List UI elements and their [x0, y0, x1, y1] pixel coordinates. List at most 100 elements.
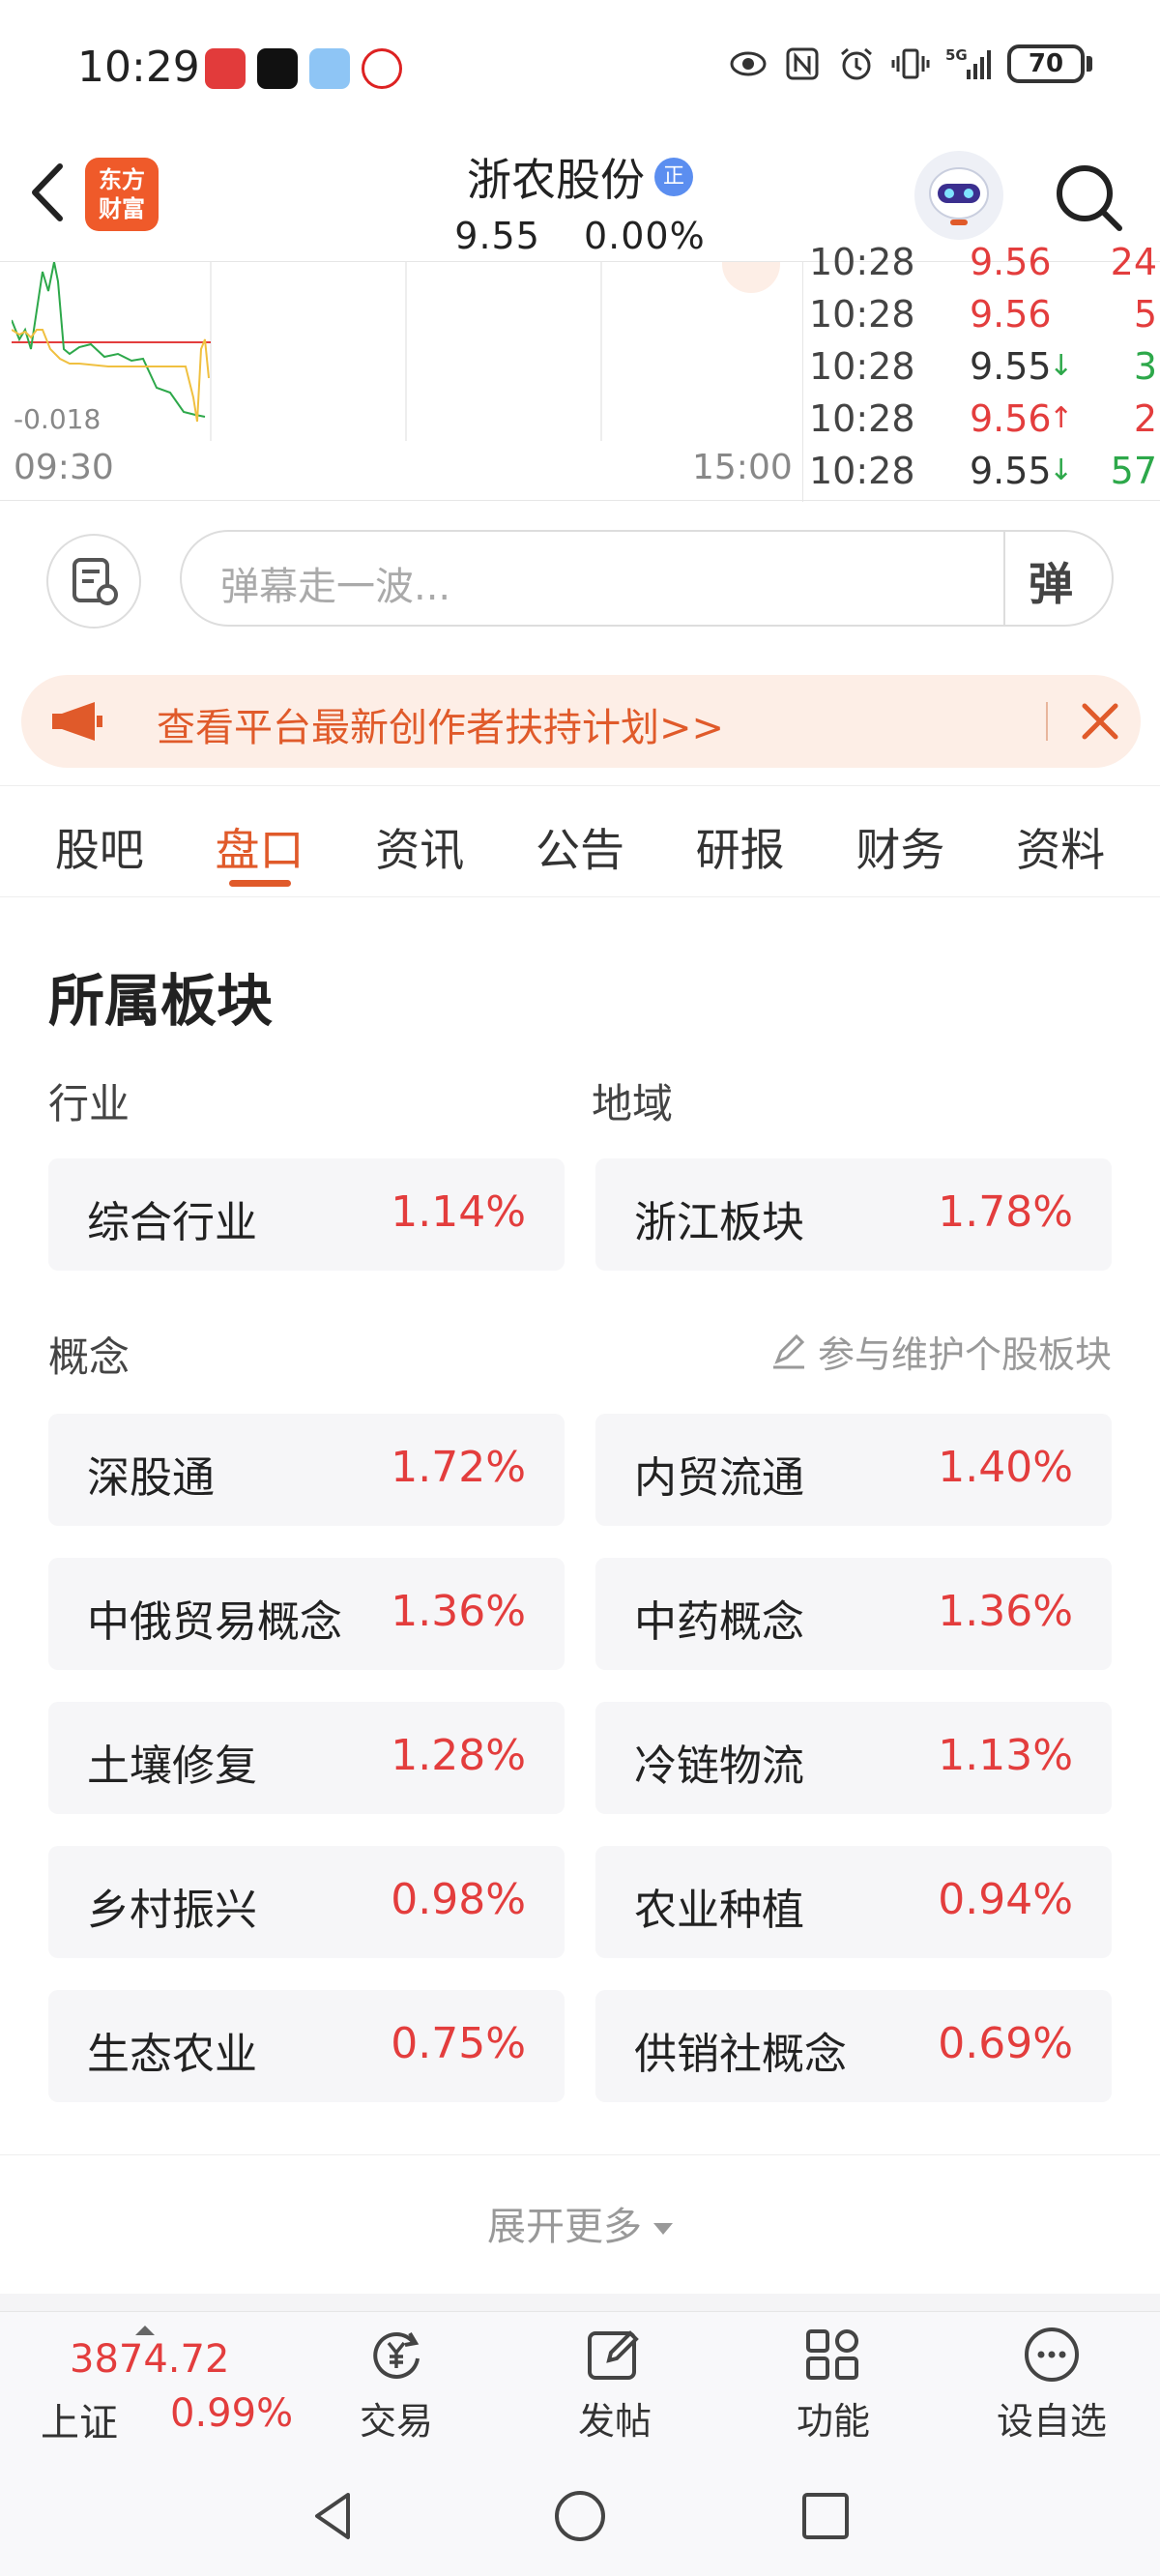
chart-start-time: 09:30: [14, 448, 114, 487]
robot-assistant-avatar[interactable]: [914, 151, 1003, 240]
grid-apps-icon: [806, 2329, 858, 2380]
tick-price: 9.55: [970, 345, 1052, 388]
sector-card-concept[interactable]: 内贸流通 1.40%: [595, 1414, 1112, 1526]
tab-finance[interactable]: 财务: [856, 786, 944, 896]
sector-name: 内贸流通: [634, 1453, 804, 1503]
tick-down-arrow-icon: ↓: [1049, 349, 1074, 383]
maintain-sectors-link[interactable]: 参与维护个股板块: [769, 1325, 1112, 1378]
promo-close-button[interactable]: [1075, 696, 1125, 746]
sector-pct: 0.94%: [938, 1875, 1073, 1924]
tick-row: 10:28 9.56 5: [803, 293, 1160, 345]
intraday-mini-chart[interactable]: -0.018: [12, 262, 800, 441]
signal-5g-icon: 5G: [945, 46, 991, 79]
add-watchlist-button[interactable]: 设自选: [974, 2324, 1129, 2449]
danmaku-toggle-button[interactable]: 弹: [1029, 549, 1090, 611]
watchlist-label: 设自选: [996, 2400, 1107, 2443]
tick-price: 9.56: [970, 397, 1052, 440]
search-button[interactable]: [1048, 157, 1129, 238]
sector-name: 乡村振兴: [87, 1886, 257, 1935]
status-bar: 10:29 5G 70: [0, 0, 1160, 145]
trade-button[interactable]: 交易: [319, 2324, 474, 2449]
sector-name: 冷链物流: [634, 1742, 804, 1791]
creator-promo-banner[interactable]: 查看平台最新创作者扶持计划>>: [21, 675, 1141, 768]
maintain-link-label: 参与维护个股板块: [817, 1333, 1112, 1376]
tab-guba[interactable]: 股吧: [55, 786, 144, 896]
sector-card-concept[interactable]: 供销社概念 0.69%: [595, 1990, 1112, 2102]
tick-row: 10:28 9.55 ↓ 57: [803, 450, 1160, 502]
chart-low-label: -0.018: [14, 403, 102, 435]
promo-text: 查看平台最新创作者扶持计划>>: [157, 706, 725, 750]
stock-badge-icon: 正: [654, 158, 693, 196]
tick-time: 10:28: [809, 241, 915, 283]
danmaku-row: 弹幕走一波... 弹: [0, 530, 1160, 629]
tiktok-icon: [257, 48, 298, 89]
tab-label: 盘口: [215, 824, 304, 876]
tick-time: 10:28: [809, 450, 915, 492]
section-title: 所属板块: [48, 968, 274, 1034]
caret-down-icon: [653, 2223, 673, 2235]
tab-research[interactable]: 研报: [696, 786, 785, 896]
functions-label: 功能: [796, 2400, 870, 2443]
sector-pct: 0.69%: [938, 2019, 1073, 2068]
sector-card-concept[interactable]: 深股通 1.72%: [48, 1414, 565, 1526]
nav-recents-icon[interactable]: [797, 2487, 855, 2545]
yuan-exchange-icon: [373, 2331, 420, 2379]
notes-settings-button[interactable]: [46, 534, 141, 629]
tick-time: 10:28: [809, 397, 915, 440]
notification-app-icon: [205, 48, 246, 89]
sector-card-concept[interactable]: 冷链物流 1.13%: [595, 1702, 1112, 1814]
nav-home-icon[interactable]: [551, 2487, 609, 2545]
tab-news[interactable]: 资讯: [375, 786, 464, 896]
tab-label: 股吧: [54, 824, 144, 876]
index-value: 3874.72: [70, 2337, 230, 2382]
sector-card-region[interactable]: 浙江板块 1.78%: [595, 1158, 1112, 1271]
danmaku-divider: [1003, 532, 1005, 625]
tick-up-arrow-icon: ↑: [1049, 401, 1074, 435]
index-expand-arrow-icon: [135, 2326, 155, 2335]
battery-level: 70: [1007, 44, 1085, 83]
megaphone-icon: [52, 702, 102, 741]
sector-card-concept[interactable]: 中俄贸易概念 1.36%: [48, 1558, 565, 1670]
tab-profile[interactable]: 资料: [1016, 786, 1105, 896]
tab-announcements[interactable]: 公告: [536, 786, 624, 896]
edit-pencil-icon: [772, 1333, 805, 1368]
sector-card-concept[interactable]: 乡村振兴 0.98%: [48, 1846, 565, 1958]
sector-card-concept[interactable]: 土壤修复 1.28%: [48, 1702, 565, 1814]
tick-time: 10:28: [809, 345, 915, 388]
sector-pct: 0.98%: [391, 1875, 526, 1924]
tick-price: 9.55: [970, 450, 1052, 492]
sector-card-concept[interactable]: 中药概念 1.36%: [595, 1558, 1112, 1670]
tick-row: 10:28 9.55 ↓ 3: [803, 345, 1160, 397]
tick-list[interactable]: 10:28 9.56 24 10:28 9.56 5 10:28 9.55 ↓ …: [802, 241, 1160, 502]
index-ticker[interactable]: 3874.72 上证 0.99%: [39, 2326, 294, 2447]
tab-label: 公告: [535, 824, 624, 876]
vibrate-icon: [891, 48, 930, 79]
tick-volume: 3: [1133, 345, 1157, 388]
functions-button[interactable]: 功能: [756, 2324, 911, 2449]
sector-name: 深股通: [87, 1453, 215, 1503]
sector-pct: 1.36%: [391, 1587, 526, 1636]
sector-name: 土壤修复: [87, 1742, 257, 1791]
sector-card-concept[interactable]: 农业种植 0.94%: [595, 1846, 1112, 1958]
sector-name: 综合行业: [87, 1198, 257, 1247]
compose-icon: [588, 2330, 639, 2380]
tab-label: 研报: [695, 824, 785, 876]
bottom-toolbar: 3874.72 上证 0.99% 交易 发帖 功能 设自选: [0, 2311, 1160, 2456]
tick-row: 10:28 9.56 ↑ 2: [803, 397, 1160, 450]
region-label: 地域: [592, 1080, 674, 1127]
svg-text:5G: 5G: [945, 46, 968, 64]
sector-name: 浙江板块: [634, 1198, 804, 1247]
post-button[interactable]: 发帖: [537, 2324, 692, 2449]
status-right: 5G 70: [729, 44, 1092, 83]
tab-pankou[interactable]: 盘口: [216, 786, 304, 896]
index-pct: 0.99%: [170, 2391, 294, 2436]
eye-icon: [730, 51, 767, 76]
chart-price-line: [12, 262, 206, 418]
sector-card-concept[interactable]: 生态农业 0.75%: [48, 1990, 565, 2102]
sector-card-industry[interactable]: 综合行业 1.14%: [48, 1158, 565, 1271]
danmaku-input[interactable]: 弹幕走一波... 弹: [180, 530, 1114, 627]
nav-back-icon[interactable]: [305, 2487, 363, 2545]
expand-more-button[interactable]: 展开更多: [0, 2195, 1160, 2251]
expand-more-label: 展开更多: [487, 2205, 642, 2249]
stock-tabs: 股吧 盘口 资讯 公告 研报 财务 资料: [0, 785, 1160, 897]
